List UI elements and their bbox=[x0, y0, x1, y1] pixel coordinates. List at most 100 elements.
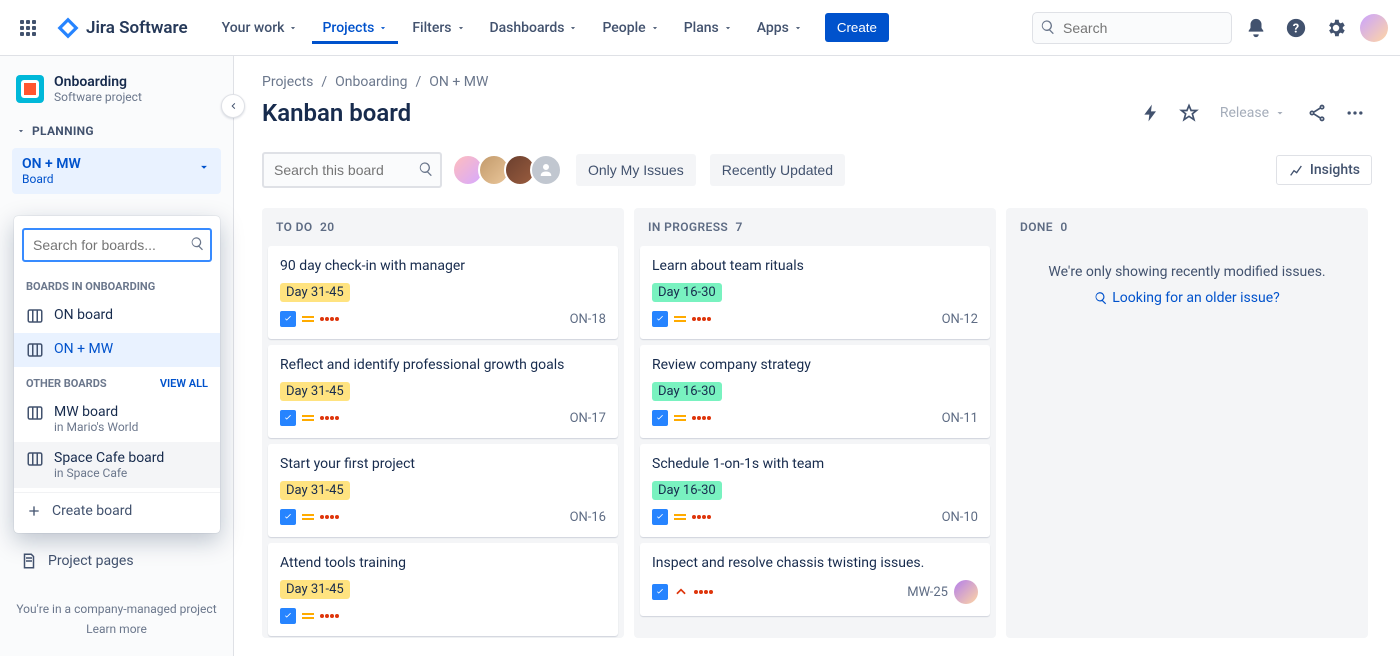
breadcrumb-link[interactable]: Projects bbox=[262, 74, 313, 90]
issue-card[interactable]: Start your first projectDay 31-45ON-16 bbox=[268, 444, 618, 537]
product-logo[interactable]: Jira Software bbox=[48, 16, 196, 40]
board-icon bbox=[26, 450, 44, 468]
selected-board-name: ON + MW bbox=[22, 156, 211, 172]
app-switcher-icon[interactable] bbox=[12, 12, 44, 44]
issue-key: ON-11 bbox=[942, 411, 978, 426]
breadcrumb-link[interactable]: ON + MW bbox=[429, 74, 488, 90]
task-type-icon bbox=[652, 584, 668, 600]
assignee-filter-avatars[interactable] bbox=[458, 154, 562, 186]
create-board-button[interactable]: Create board bbox=[14, 492, 220, 529]
empty-column-message: We're only showing recently modified iss… bbox=[1006, 246, 1368, 327]
task-type-icon bbox=[280, 410, 296, 426]
create-button[interactable]: Create bbox=[825, 13, 889, 42]
issue-card[interactable]: Reflect and identify professional growth… bbox=[268, 345, 618, 438]
story-points-icon bbox=[320, 515, 339, 519]
nav-item-projects[interactable]: Projects bbox=[312, 12, 398, 44]
board-filter-search[interactable] bbox=[262, 152, 442, 188]
learn-more-link[interactable]: Learn more bbox=[16, 622, 217, 636]
issue-key: ON-12 bbox=[942, 312, 978, 327]
task-type-icon bbox=[652, 311, 668, 327]
column-header: TO DO 20 bbox=[262, 208, 624, 246]
board-icon bbox=[26, 341, 44, 359]
card-label: Day 16-30 bbox=[652, 481, 722, 500]
selected-board-sub: Board bbox=[22, 172, 211, 186]
notifications-icon[interactable] bbox=[1240, 12, 1272, 44]
card-label: Day 31-45 bbox=[280, 283, 350, 302]
sidebar-section-planning[interactable]: PLANNING bbox=[10, 118, 223, 144]
nav-item-dashboards[interactable]: Dashboards bbox=[480, 12, 589, 44]
board-option[interactable]: MW boardin Mario's World bbox=[14, 396, 220, 442]
search-icon bbox=[1094, 291, 1108, 305]
older-issue-link[interactable]: Looking for an older issue? bbox=[1094, 290, 1280, 306]
view-all-link[interactable]: VIEW ALL bbox=[160, 377, 208, 390]
story-points-icon bbox=[320, 317, 339, 321]
main-content: Projects/Onboarding/ON + MW Kanban board… bbox=[234, 56, 1400, 656]
insights-icon bbox=[1288, 162, 1304, 178]
board-selector[interactable]: ON + MW Board bbox=[12, 148, 221, 194]
board-option[interactable]: ON + MW bbox=[14, 333, 220, 367]
board-option[interactable]: ON board bbox=[14, 299, 220, 333]
sidebar-footer: You're in a company-managed project Lear… bbox=[10, 592, 223, 646]
issue-card[interactable]: Inspect and resolve chassis twisting iss… bbox=[640, 543, 990, 616]
sidebar-collapse-button[interactable] bbox=[221, 94, 245, 118]
issue-key: MW-25 bbox=[907, 585, 948, 600]
project-header[interactable]: Onboarding Software project bbox=[10, 74, 223, 118]
share-icon[interactable] bbox=[1300, 96, 1334, 130]
card-title: Attend tools training bbox=[280, 555, 606, 571]
nav-item-apps[interactable]: Apps bbox=[747, 12, 813, 44]
card-footer: ON-12 bbox=[652, 311, 978, 327]
issue-card[interactable]: Attend tools training Day 31-45 bbox=[268, 543, 618, 636]
user-avatar[interactable] bbox=[1360, 14, 1388, 42]
nav-item-your-work[interactable]: Your work bbox=[212, 12, 309, 44]
settings-icon[interactable] bbox=[1320, 12, 1352, 44]
project-type: Software project bbox=[54, 90, 142, 104]
recently-updated-button[interactable]: Recently Updated bbox=[710, 154, 845, 186]
release-button[interactable]: Release bbox=[1210, 98, 1296, 128]
plus-icon bbox=[26, 503, 42, 519]
card-title: Schedule 1-on-1s with team bbox=[652, 456, 978, 472]
assignee-avatar[interactable] bbox=[954, 580, 978, 604]
task-type-icon bbox=[280, 311, 296, 327]
star-icon[interactable] bbox=[1172, 96, 1206, 130]
nav-item-people[interactable]: People bbox=[592, 12, 669, 44]
nav-item-filters[interactable]: Filters bbox=[402, 12, 475, 44]
card-title: Learn about team rituals bbox=[652, 258, 978, 274]
kanban-board: TO DO 2090 day check-in with managerDay … bbox=[262, 208, 1372, 638]
automation-icon[interactable] bbox=[1134, 96, 1168, 130]
card-footer: MW-25 bbox=[652, 580, 978, 604]
global-search[interactable] bbox=[1032, 12, 1232, 44]
card-label: Day 16-30 bbox=[652, 283, 722, 302]
breadcrumb: Projects/Onboarding/ON + MW bbox=[262, 74, 1372, 90]
priority-medium-icon bbox=[674, 316, 686, 322]
sidebar-item-project-pages[interactable]: Project pages bbox=[10, 544, 223, 578]
board-option[interactable]: Space Cafe boardin Space Cafe bbox=[14, 442, 220, 488]
board-search-wrap bbox=[22, 228, 212, 262]
insights-button[interactable]: Insights bbox=[1276, 155, 1372, 185]
card-label: Day 31-45 bbox=[280, 580, 350, 599]
breadcrumb-link[interactable]: Onboarding bbox=[335, 74, 407, 90]
project-name: Onboarding bbox=[54, 74, 142, 90]
issue-card[interactable]: Learn about team rituals Day 16-30 ON-12 bbox=[640, 246, 990, 339]
board-search-input[interactable] bbox=[22, 228, 212, 262]
only-my-issues-button[interactable]: Only My Issues bbox=[576, 154, 696, 186]
unassigned-avatar-icon[interactable] bbox=[530, 154, 562, 186]
more-actions-icon[interactable] bbox=[1338, 96, 1372, 130]
page-actions: Release bbox=[1134, 96, 1372, 130]
nav-item-plans[interactable]: Plans bbox=[674, 12, 743, 44]
task-type-icon bbox=[652, 410, 668, 426]
issue-key: ON-17 bbox=[570, 411, 606, 426]
svg-text:?: ? bbox=[1293, 21, 1299, 36]
help-icon[interactable]: ? bbox=[1280, 12, 1312, 44]
issue-card[interactable]: Review company strategyDay 16-30ON-11 bbox=[640, 345, 990, 438]
issue-card[interactable]: Schedule 1-on-1s with team Day 16-30 ON-10 bbox=[640, 444, 990, 537]
story-points-icon bbox=[694, 590, 713, 594]
priority-medium-icon bbox=[674, 415, 686, 421]
story-points-icon bbox=[692, 317, 711, 321]
board-controls: Only My Issues Recently Updated Insights bbox=[262, 152, 1372, 188]
issue-key: ON-10 bbox=[942, 510, 978, 525]
global-search-input[interactable] bbox=[1032, 12, 1232, 44]
board-filter-input[interactable] bbox=[262, 152, 442, 188]
board-icon bbox=[26, 307, 44, 325]
issue-card[interactable]: 90 day check-in with managerDay 31-45ON-… bbox=[268, 246, 618, 339]
product-name: Jira Software bbox=[86, 18, 188, 38]
